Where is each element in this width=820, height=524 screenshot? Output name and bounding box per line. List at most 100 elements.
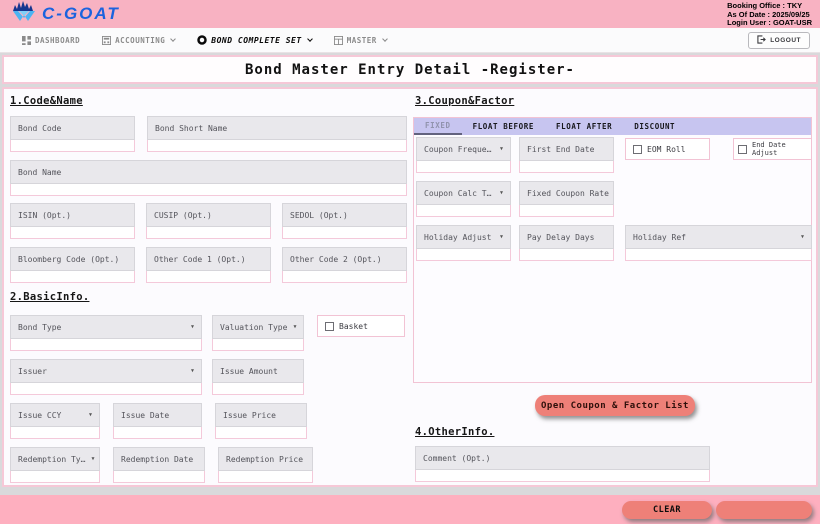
nav-item-dashboard[interactable]: DASHBOARD <box>22 36 80 45</box>
sedol-field[interactable]: SEDOL (Opt.) <box>282 203 407 239</box>
coupon-calc-type-select[interactable]: Coupon Calc T…▼ <box>416 181 511 217</box>
app-header: C-GOAT Booking Office : TKY As Of Date :… <box>0 0 820 28</box>
fixed-coupon-rate-input[interactable] <box>519 205 614 217</box>
issue-date-input[interactable] <box>113 427 202 439</box>
bond-name-input[interactable] <box>10 184 407 196</box>
valuation-type-select[interactable]: Valuation Type▼ <box>212 315 304 351</box>
nav-item-label: ACCOUNTING <box>115 36 165 45</box>
tab-fixed[interactable]: FIXED <box>414 118 462 135</box>
tab-discount[interactable]: DISCOUNT <box>623 118 686 135</box>
dropdown-arrow-icon: ▼ <box>801 234 804 240</box>
issuer-select[interactable]: Issuer▼ <box>10 359 202 395</box>
holiday-ref-select[interactable]: Holiday Ref ▼ <box>625 225 812 261</box>
app-logo[interactable]: C-GOAT <box>10 0 120 28</box>
field-label: First End Date <box>527 145 594 154</box>
tab-float-after[interactable]: FLOAT AFTER <box>545 118 623 135</box>
issue-amount-field[interactable]: Issue Amount <box>212 359 304 395</box>
logo-text: C-GOAT <box>42 4 120 24</box>
fixed-coupon-rate-field[interactable]: Fixed Coupon Rate <box>519 181 614 217</box>
field-label: Pay Delay Days <box>527 233 594 242</box>
session-info: Booking Office : TKY As Of Date : 2025/0… <box>727 2 812 28</box>
coupon-frequency-input[interactable] <box>416 161 511 173</box>
field-label: Other Code 1 (Opt.) <box>154 255 246 264</box>
field-label: Bond Type <box>18 323 61 332</box>
redemption-type-input[interactable] <box>10 471 100 483</box>
comment-field[interactable]: Comment (Opt.) <box>415 446 710 482</box>
bond-code-input[interactable] <box>10 140 135 152</box>
redemption-date-field[interactable]: Redemption Date <box>113 447 205 483</box>
holiday-adjust-select[interactable]: Holiday Adjust ▼ <box>416 225 511 261</box>
main-nav: DASHBOARD ACCOUNTING BOND COMPLETE SET <box>0 28 820 53</box>
valuation-type-input[interactable] <box>212 339 304 351</box>
field-label: ISIN (Opt.) <box>18 211 71 220</box>
pay-delay-days-input[interactable] <box>519 249 614 261</box>
holiday-ref-input[interactable] <box>625 249 812 261</box>
clear-button[interactable]: CLEAR <box>622 501 712 519</box>
bloomberg-code-input[interactable] <box>10 271 135 283</box>
field-label: Coupon Calc T… <box>424 189 491 198</box>
eom-roll-checkbox[interactable]: EOM Roll <box>625 138 710 160</box>
end-date-adjust-checkbox[interactable]: End Date Adjust <box>733 138 812 160</box>
other-code-1-field[interactable]: Other Code 1 (Opt.) <box>146 247 271 283</box>
issue-price-field[interactable]: Issue Price <box>215 403 307 439</box>
dropdown-arrow-icon: ▼ <box>293 324 296 330</box>
other-code-2-field[interactable]: Other Code 2 (Opt.) <box>282 247 407 283</box>
issue-ccy-input[interactable] <box>10 427 100 439</box>
coupon-tab-bar: FIXED FLOAT BEFORE FLOAT AFTER DISCOUNT <box>414 118 811 135</box>
field-label: Holiday Adjust <box>424 233 491 242</box>
bond-short-name-input[interactable] <box>147 140 407 152</box>
coupon-calc-type-input[interactable] <box>416 205 511 217</box>
isin-field[interactable]: ISIN (Opt.) <box>10 203 135 239</box>
redemption-price-field[interactable]: Redemption Price <box>218 447 313 483</box>
cusip-field[interactable]: CUSIP (Opt.) <box>146 203 271 239</box>
issuer-input[interactable] <box>10 383 202 395</box>
checkbox-icon[interactable] <box>738 145 747 154</box>
bond-code-field[interactable]: Bond Code <box>10 116 135 152</box>
nav-item-master[interactable]: MASTER <box>334 36 387 45</box>
tab-float-before[interactable]: FLOAT BEFORE <box>462 118 545 135</box>
nav-item-bond-complete-set[interactable]: BOND COMPLETE SET <box>197 35 311 45</box>
sedol-input[interactable] <box>282 227 407 239</box>
bond-short-name-field[interactable]: Bond Short Name <box>147 116 407 152</box>
issue-price-input[interactable] <box>215 427 307 439</box>
logout-button[interactable]: LOGOUT <box>748 32 810 49</box>
first-end-date-field[interactable]: First End Date <box>519 137 614 173</box>
bloomberg-code-field[interactable]: Bloomberg Code (Opt.) <box>10 247 135 283</box>
nav-item-accounting[interactable]: ACCOUNTING <box>102 36 175 45</box>
holiday-adjust-input[interactable] <box>416 249 511 261</box>
field-label: Bloomberg Code (Opt.) <box>18 255 119 264</box>
field-label: Redemption Date <box>121 455 193 464</box>
field-label: Issue CCY <box>18 411 61 420</box>
dropdown-arrow-icon: ▼ <box>191 368 194 374</box>
cusip-input[interactable] <box>146 227 271 239</box>
redemption-date-input[interactable] <box>113 471 205 483</box>
field-label: Coupon Freque… <box>424 145 491 154</box>
field-label: Holiday Ref <box>633 233 686 242</box>
bond-type-input[interactable] <box>10 339 202 351</box>
register-button[interactable] <box>716 501 812 519</box>
bond-name-field[interactable]: Bond Name <box>10 160 407 196</box>
dropdown-arrow-icon: ▼ <box>89 412 92 418</box>
isin-input[interactable] <box>10 227 135 239</box>
pay-delay-days-field[interactable]: Pay Delay Days <box>519 225 614 261</box>
dropdown-arrow-icon: ▼ <box>500 234 503 240</box>
dropdown-arrow-icon: ▼ <box>191 324 194 330</box>
accounting-icon <box>102 36 111 45</box>
issue-date-field[interactable]: Issue Date <box>113 403 202 439</box>
issue-amount-input[interactable] <box>212 383 304 395</box>
basket-checkbox[interactable]: Basket <box>317 315 405 337</box>
other-code-2-input[interactable] <box>282 271 407 283</box>
comment-input[interactable] <box>415 470 710 482</box>
first-end-date-input[interactable] <box>519 161 614 173</box>
issue-ccy-select[interactable]: Issue CCY ▼ <box>10 403 100 439</box>
other-code-1-input[interactable] <box>146 271 271 283</box>
bond-complete-set-icon <box>197 35 207 45</box>
bond-type-select[interactable]: Bond Type ▼ <box>10 315 202 351</box>
page-title: Bond Master Entry Detail -Register- <box>245 62 575 78</box>
open-coupon-factor-list-button[interactable]: Open Coupon & Factor List <box>535 395 695 416</box>
redemption-type-select[interactable]: Redemption Ty…▼ <box>10 447 100 483</box>
coupon-frequency-select[interactable]: Coupon Freque…▼ <box>416 137 511 173</box>
checkbox-icon[interactable] <box>325 322 334 331</box>
redemption-price-input[interactable] <box>218 471 313 483</box>
checkbox-icon[interactable] <box>633 145 642 154</box>
